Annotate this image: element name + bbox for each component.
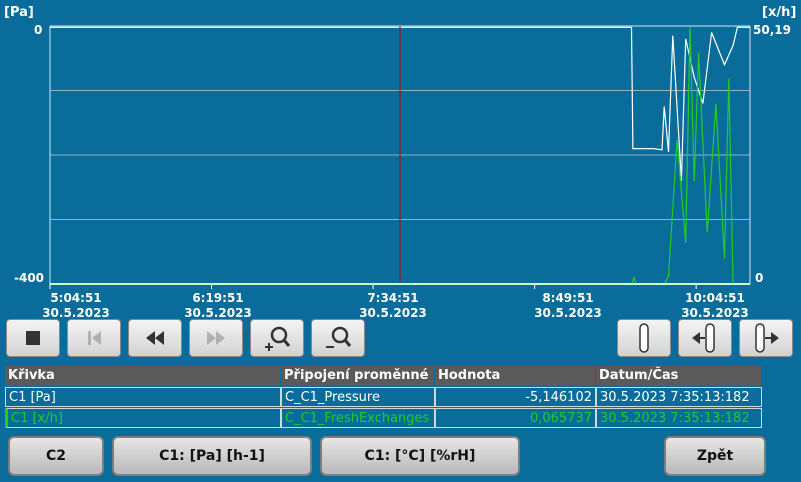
ruler-icon bbox=[639, 323, 649, 353]
zoom-in-button[interactable] bbox=[250, 319, 304, 357]
value-cell: 0,065737 bbox=[435, 408, 596, 428]
stop-button[interactable] bbox=[6, 319, 60, 357]
x-tick-label: 10:04:51 30.5.2023 bbox=[681, 291, 749, 320]
c2-button[interactable]: C2 bbox=[8, 436, 104, 476]
curve-cell: C1 [Pa] bbox=[5, 387, 281, 407]
col-header-curve[interactable]: Křivka bbox=[5, 366, 280, 386]
variable-cell: C_C1_FreshExchanges bbox=[281, 408, 435, 428]
x-tick-label: 8:49:51 30.5.2023 bbox=[534, 291, 602, 320]
rewind-icon bbox=[146, 331, 164, 345]
ruler-left-icon bbox=[692, 323, 715, 353]
ruler-right-icon bbox=[755, 323, 779, 353]
datetime-cell: 30.5.2023 7:35:13:182 bbox=[596, 387, 762, 407]
ruler-button[interactable] bbox=[617, 319, 671, 357]
rewind-button[interactable] bbox=[128, 319, 182, 357]
zoom-out-button[interactable] bbox=[311, 319, 365, 357]
x-tick-label: 7:34:51 30.5.2023 bbox=[359, 291, 427, 320]
c1-temp-rh-button[interactable]: C1: [°C] [%rH] bbox=[320, 436, 520, 476]
c1-pa-h-button[interactable]: C1: [Pa] [h-1] bbox=[112, 436, 312, 476]
zoom-out-icon bbox=[326, 326, 352, 348]
curve-cell: C1 [x/h] bbox=[5, 408, 281, 428]
ruler-left-button[interactable] bbox=[678, 319, 732, 357]
datetime-cell: 30.5.2023 7:35:13:182 bbox=[596, 408, 762, 428]
col-header-value[interactable]: Hodnota bbox=[435, 366, 595, 386]
ruler-right-button[interactable] bbox=[739, 319, 793, 357]
zoom-in-icon bbox=[265, 326, 291, 351]
value-cell: -5,146102 bbox=[435, 387, 596, 407]
first-button[interactable] bbox=[67, 319, 121, 357]
col-header-variable[interactable]: Připojení proměnné bbox=[281, 366, 434, 386]
forward-button[interactable] bbox=[189, 319, 243, 357]
trend-chart[interactable] bbox=[0, 0, 801, 320]
skip-start-icon bbox=[88, 331, 101, 345]
variable-cell: C_C1_Pressure bbox=[281, 387, 435, 407]
col-header-datetime[interactable]: Datum/Čas bbox=[596, 366, 761, 386]
stop-icon bbox=[26, 331, 40, 345]
x-tick-label: 6:19:51 30.5.2023 bbox=[184, 291, 252, 320]
back-button[interactable]: Zpět bbox=[664, 436, 766, 476]
fast-forward-icon bbox=[207, 331, 225, 345]
x-tick-label: 5:04:51 30.5.2023 bbox=[42, 291, 110, 320]
